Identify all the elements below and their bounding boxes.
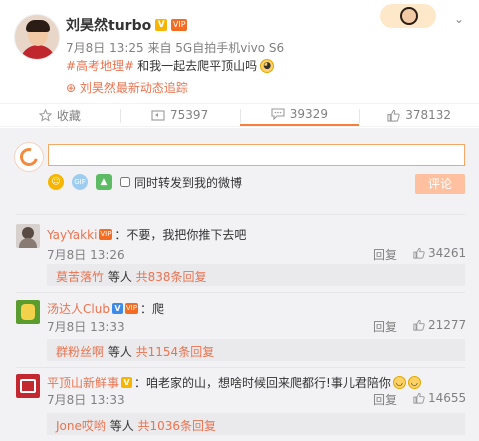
- divider: [16, 292, 465, 293]
- repost-button[interactable]: 75397: [119, 104, 240, 126]
- hashtag-link[interactable]: #高考地理#: [66, 57, 134, 74]
- sub-reply-count[interactable]: 共1154条回复: [136, 345, 215, 359]
- sub-reply-user[interactable]: 莫苦落竹: [56, 270, 104, 284]
- favorite-button[interactable]: 收藏: [0, 104, 120, 126]
- sub-reply-mid: 等人: [104, 345, 136, 359]
- comment-panel: ☺ GIF ▲ 同时转发到我的微博 评论 YayYakki VIP ：不要，我把…: [0, 128, 479, 441]
- repost-icon: [151, 110, 165, 121]
- comment-like-count: 21277: [428, 318, 467, 332]
- thumbs-up-icon: [387, 109, 400, 122]
- vip-icon: VIP: [124, 303, 138, 314]
- post-meta: 7月8日 13:25 来自 5G自拍手机vivo S6: [66, 41, 285, 55]
- sub-reply-mid: 等人: [105, 419, 138, 433]
- commenter-avatar[interactable]: [16, 224, 40, 248]
- image-icon[interactable]: ▲: [96, 174, 112, 190]
- author-name-row: 刘昊然turbo V VIP: [66, 15, 188, 35]
- comment-text: ：爬: [139, 302, 164, 316]
- comment-like-count: 14655: [428, 391, 467, 405]
- repost-checkbox-input[interactable]: [120, 177, 130, 187]
- comment-like-button[interactable]: 34261: [413, 246, 466, 260]
- repost-count: 75397: [170, 108, 209, 122]
- chevron-down-icon[interactable]: ⌄: [452, 12, 466, 26]
- emoji-icon[interactable]: ☺: [48, 174, 64, 190]
- verified-v-icon: V: [121, 377, 133, 388]
- verified-v-icon: V: [155, 19, 168, 31]
- sub-replies[interactable]: Jone哎哟 等人 共1036条回复: [47, 413, 465, 435]
- comment-button[interactable]: 39329: [239, 104, 360, 126]
- vip-icon: VIP: [171, 19, 188, 31]
- smile-emoji-icon: ◡: [407, 376, 421, 389]
- star-icon: [38, 108, 52, 122]
- thumbs-up-icon: [413, 319, 425, 331]
- reply-button[interactable]: 回复: [373, 391, 397, 408]
- cat-emoji-icon: ◕: [260, 58, 275, 73]
- comment-text: ：不要，我把你推下去吧: [114, 228, 247, 242]
- commenter-name[interactable]: YayYakki: [47, 228, 97, 242]
- sub-replies[interactable]: 群粉丝啊 等人 共1154条回复: [47, 339, 465, 361]
- author-avatar[interactable]: [14, 14, 60, 60]
- sub-replies[interactable]: 莫苦落竹 等人 共838条回复: [47, 264, 465, 286]
- verified-v-icon: V: [111, 303, 123, 314]
- sub-reply-user[interactable]: Jone哎哟: [56, 419, 106, 433]
- comment-like-button[interactable]: 14655: [413, 391, 466, 405]
- post-text: 和我一起去爬平顶山吗: [137, 59, 258, 73]
- reply-button[interactable]: 回复: [373, 246, 397, 263]
- comment-icon: [271, 108, 285, 120]
- repost-checkbox-label: 同时转发到我的微博: [134, 175, 243, 190]
- thumbs-up-icon: [413, 392, 425, 404]
- smile-emoji-icon: ◡: [392, 376, 406, 389]
- card-decoration: [380, 4, 436, 28]
- comment-time: 7月8日 13:26: [47, 248, 125, 262]
- comment-line: 汤达人Club V VIP ：爬: [47, 300, 164, 317]
- post-content: #高考地理# 和我一起去爬平顶山吗 ◕: [66, 57, 275, 74]
- my-avatar: [14, 142, 44, 172]
- comment-like-count: 34261: [428, 246, 467, 260]
- sub-reply-count[interactable]: 共838条回复: [136, 270, 207, 284]
- comment-time: 7月8日 13:33: [47, 393, 125, 407]
- weibo-post: 刘昊然turbo V VIP 7月8日 13:25 来自 5G自拍手机vivo …: [0, 0, 479, 98]
- like-count: 378132: [405, 108, 452, 122]
- comment-line: YayYakki VIP ：不要，我把你推下去吧: [47, 226, 246, 243]
- commenter-avatar[interactable]: [16, 374, 40, 398]
- vip-icon: VIP: [99, 229, 113, 240]
- divider: [16, 214, 465, 215]
- sub-reply-mid: 等人: [104, 270, 136, 284]
- composer-tools: ☺ GIF ▲ 同时转发到我的微博: [48, 173, 242, 191]
- thumbs-up-icon: [413, 247, 425, 259]
- comment-input[interactable]: [48, 144, 465, 166]
- track-link[interactable]: ⊕ 刘昊然最新动态追踪: [66, 79, 188, 96]
- commenter-name[interactable]: 平顶山新鲜事: [47, 374, 119, 391]
- gif-icon[interactable]: GIF: [72, 174, 88, 190]
- reply-button[interactable]: 回复: [373, 318, 397, 335]
- commenter-name[interactable]: 汤达人Club: [47, 300, 110, 317]
- action-bar: 收藏 75397 39329 378132: [0, 103, 479, 127]
- repost-checkbox[interactable]: 同时转发到我的微博: [120, 174, 242, 191]
- comment-count: 39329: [289, 107, 328, 121]
- divider: [16, 367, 465, 368]
- commenter-avatar[interactable]: [16, 300, 40, 324]
- author-name[interactable]: 刘昊然turbo: [66, 15, 151, 35]
- favorite-label: 收藏: [56, 108, 81, 123]
- comment-line: 平顶山新鲜事 V ：咱老家的山，想啥时候回来爬都行!事儿君陪你 ◡ ◡: [47, 374, 421, 391]
- comment-text: ：咱老家的山，想啥时候回来爬都行!事儿君陪你: [134, 376, 391, 390]
- like-button[interactable]: 378132: [359, 104, 479, 126]
- comment-time: 7月8日 13:33: [47, 320, 125, 334]
- submit-comment-button[interactable]: 评论: [415, 174, 465, 194]
- sub-reply-count[interactable]: 共1036条回复: [138, 419, 217, 433]
- sub-reply-user[interactable]: 群粉丝啊: [56, 345, 104, 359]
- comment-like-button[interactable]: 21277: [413, 318, 466, 332]
